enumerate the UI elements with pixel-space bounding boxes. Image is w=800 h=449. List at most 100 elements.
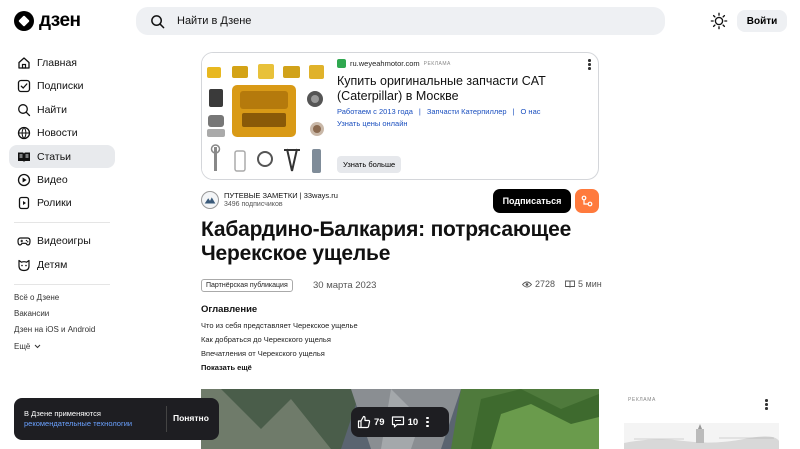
- read-time: 5 мин: [565, 279, 602, 289]
- ad-sitelink-separator: |: [512, 107, 515, 116]
- subscribe-button[interactable]: Подписаться: [493, 189, 571, 213]
- ad-sitelink-separator: |: [418, 107, 421, 116]
- sidebar-item-home[interactable]: Главная: [9, 51, 115, 74]
- login-button[interactable]: Войти: [737, 10, 787, 32]
- views-counter: 2728: [522, 279, 555, 289]
- sidebar-item-label: Статьи: [37, 150, 72, 163]
- news-icon: [17, 126, 31, 139]
- theme-toggle-sun-icon[interactable]: [710, 12, 728, 30]
- toast-divider: [166, 406, 167, 432]
- channel-subscribers: 3496 подписчиков: [224, 201, 283, 208]
- sidebar-divider: [14, 284, 110, 285]
- more-vertical-icon: [588, 59, 591, 70]
- footer-more-label: Ещё: [14, 342, 31, 351]
- right-ad-label: РЕКЛАМА: [628, 397, 656, 403]
- share-icon: [581, 195, 593, 207]
- search-icon: [18, 103, 31, 116]
- sidebar-item-label: Видеоигры: [37, 234, 91, 247]
- ad-domain-text: ru.weyeahmotor.com: [350, 59, 420, 68]
- sidebar-item-label: Видео: [37, 173, 68, 186]
- toc-item[interactable]: Как добраться до Черекского ущелья: [201, 335, 331, 344]
- comment-icon: [391, 416, 404, 428]
- articles-icon: [18, 152, 30, 162]
- sidebar-item-kids[interactable]: Детям: [9, 253, 115, 276]
- right-ad-menu-button[interactable]: [765, 399, 768, 410]
- more-vertical-icon: [426, 416, 429, 428]
- article-stats: 2728 5 мин: [522, 279, 602, 289]
- sidebar-item-articles[interactable]: Статьи: [9, 145, 115, 168]
- ad-banner[interactable]: ru.weyeahmotor.com РЕКЛАМА Купить оригин…: [201, 52, 599, 180]
- toc-item[interactable]: Впечатления от Черекского ущелья: [201, 349, 325, 358]
- article-date: 30 марта 2023: [313, 280, 377, 291]
- sidebar-divider: [14, 222, 110, 223]
- channel-name[interactable]: ПУТЕВЫЕ ЗАМЕТКИ | 33ways.ru: [224, 191, 338, 200]
- ad-menu-button[interactable]: [588, 59, 591, 70]
- thumbs-up-icon: [357, 415, 371, 429]
- partner-badge: Партнёрская публикация: [201, 279, 293, 292]
- sidebar-item-videogames[interactable]: Видеоигры: [9, 229, 115, 252]
- sidebar-item-video[interactable]: Видео: [9, 168, 115, 191]
- read-time-value: 5 мин: [578, 279, 602, 289]
- ad-product-image: [202, 53, 332, 179]
- article-title: Кабардино-Балкария: потрясающее Черекско…: [201, 218, 572, 265]
- sidebar-item-shorts[interactable]: Ролики: [9, 191, 115, 214]
- kids-icon: [18, 259, 30, 271]
- ad-sitelinks: Работаем с 2013 года | Запчасти Катерпил…: [337, 107, 541, 116]
- comment-count: 10: [407, 416, 419, 428]
- toc-show-more[interactable]: Показать ещё: [201, 363, 252, 372]
- reactions-bar: 79 10: [351, 407, 449, 437]
- video-icon: [17, 173, 31, 186]
- cookie-toast: В Дзене применяются рекомендательные тех…: [14, 398, 219, 440]
- chevron-down-icon: [35, 344, 41, 349]
- dzen-logo-icon: [14, 11, 34, 31]
- ad-sitelink[interactable]: О нас: [521, 107, 541, 116]
- sidebar-item-label: Найти: [37, 103, 67, 116]
- ad-favicon-icon: [337, 59, 346, 68]
- views-count: 2728: [535, 279, 556, 289]
- footer-link-vacancies[interactable]: Вакансии: [14, 309, 49, 318]
- share-button[interactable]: [575, 189, 599, 213]
- search-icon: [151, 14, 165, 28]
- recommendation-tech-link[interactable]: рекомендательные технологии: [24, 419, 132, 429]
- more-actions-button[interactable]: [426, 416, 429, 428]
- ad-label: РЕКЛАМА: [423, 60, 451, 67]
- toast-ok-button[interactable]: Понятно: [173, 413, 209, 423]
- subscriptions-icon: [17, 79, 31, 92]
- ad-learn-more-button[interactable]: Узнать больше: [337, 156, 402, 173]
- book-icon: [565, 280, 575, 288]
- sidebar-item-label: Ролики: [37, 196, 72, 209]
- ad-sitelink[interactable]: Запчасти Катерпиллер: [427, 107, 507, 116]
- logo-text: дзен: [39, 10, 81, 31]
- search-placeholder: Найти в Дзене: [177, 15, 252, 27]
- toc-heading: Оглавление: [201, 304, 258, 315]
- sidebar-item-search[interactable]: Найти: [9, 98, 115, 121]
- footer-link-apps[interactable]: Дзен на iOS и Android: [14, 325, 95, 334]
- ad-sitelink[interactable]: Работаем с 2013 года: [337, 107, 413, 116]
- sidebar-item-label: Детям: [37, 258, 68, 271]
- sidebar-item-label: Новости: [37, 126, 78, 139]
- footer-link-about[interactable]: Всё о Дзене: [14, 293, 59, 302]
- ad-domain[interactable]: ru.weyeahmotor.com РЕКЛАМА: [337, 59, 451, 68]
- toast-message: В Дзене применяются рекомендательные тех…: [24, 409, 132, 429]
- more-vertical-icon: [765, 399, 768, 410]
- right-ad-image[interactable]: [624, 423, 779, 449]
- sidebar-item-subscriptions[interactable]: Подписки: [9, 74, 115, 97]
- search-input[interactable]: Найти в Дзене: [136, 7, 665, 35]
- like-count: 79: [374, 416, 385, 428]
- home-icon: [18, 56, 30, 69]
- shorts-icon: [18, 196, 30, 209]
- comments-button[interactable]: 10: [391, 415, 419, 429]
- toast-text: В Дзене применяются: [24, 409, 101, 418]
- like-button[interactable]: 79: [357, 415, 385, 429]
- toc-item[interactable]: Что из себя представляет Черекское ущель…: [201, 321, 358, 330]
- sidebar-item-news[interactable]: Новости: [9, 121, 115, 144]
- dzen-logo[interactable]: дзен: [14, 10, 81, 32]
- gamepad-icon: [17, 236, 31, 246]
- ad-title[interactable]: Купить оригинальные запчасти CAT (Caterp…: [337, 74, 577, 103]
- footer-more[interactable]: Ещё: [14, 342, 41, 351]
- channel-avatar[interactable]: [201, 191, 219, 209]
- ad-prices-link[interactable]: Узнать цены онлайн: [337, 119, 408, 128]
- eye-icon: [522, 281, 532, 287]
- sidebar-item-label: Подписки: [37, 79, 84, 92]
- sidebar-item-label: Главная: [37, 56, 77, 69]
